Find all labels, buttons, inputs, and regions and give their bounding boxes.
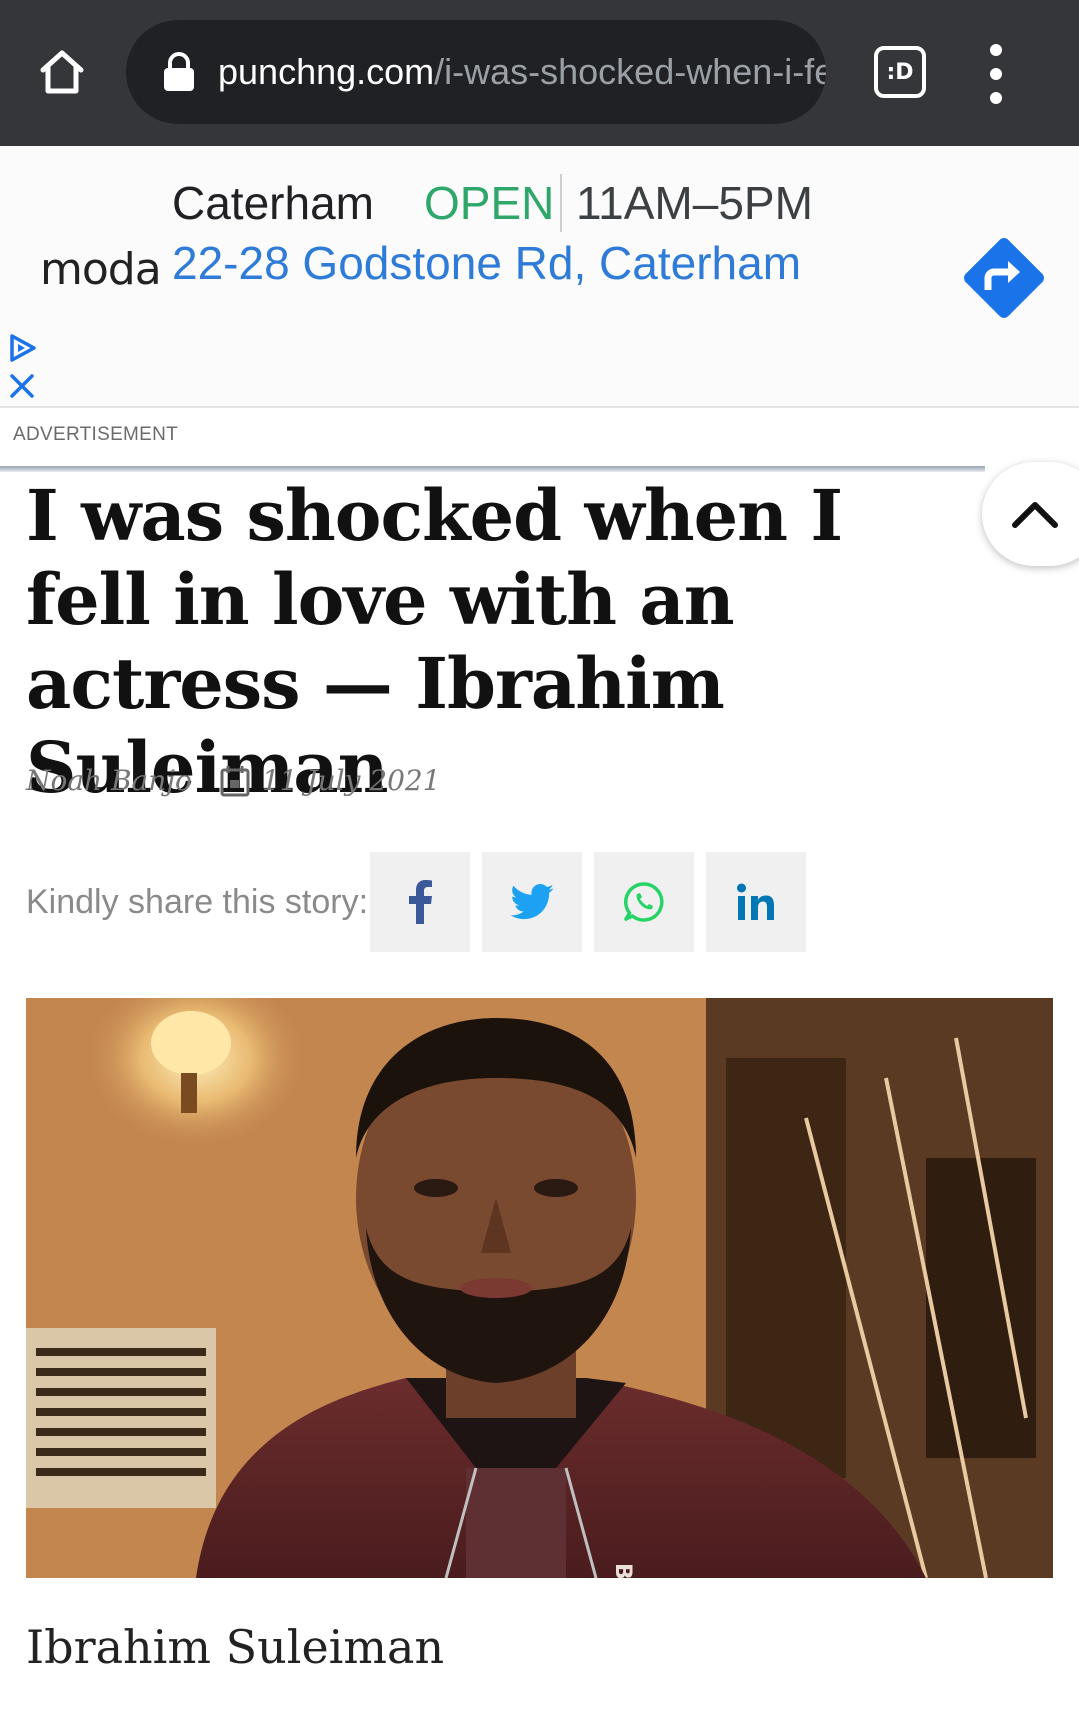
overflow-menu-button[interactable] bbox=[984, 44, 1008, 104]
home-icon bbox=[40, 50, 84, 94]
ad-store-name: Caterham bbox=[172, 177, 374, 229]
share-twitter-button[interactable] bbox=[482, 852, 583, 952]
address-bar[interactable]: punchng.com/i-was-shocked-when-i-fe bbox=[126, 20, 826, 124]
ad-divider bbox=[0, 466, 985, 472]
directions-icon[interactable] bbox=[956, 230, 1052, 326]
url-host: punchng.com bbox=[218, 51, 435, 92]
ad-hours: 11AM–5PM bbox=[576, 177, 813, 229]
browser-toolbar: punchng.com/i-was-shocked-when-i-fe :D bbox=[0, 0, 1079, 146]
url-path: /i-was-shocked-when-i-fe bbox=[434, 51, 826, 92]
share-facebook-button[interactable] bbox=[370, 852, 471, 952]
jacket-text: BR bbox=[610, 1563, 635, 1578]
calendar-icon bbox=[220, 765, 250, 796]
image-caption: Ibrahim Suleiman bbox=[26, 1620, 445, 1674]
chevron-up-icon bbox=[1012, 502, 1058, 528]
advertisement-label: ADVERTISEMENT bbox=[13, 424, 179, 445]
share-bar: Kindly share this story: bbox=[26, 852, 807, 952]
ad-logo: moda bbox=[40, 244, 162, 295]
article-meta: Noah Banjo 11 July 2021 bbox=[26, 764, 441, 797]
ad-close-icon[interactable] bbox=[6, 370, 38, 402]
linkedin-icon bbox=[737, 883, 775, 920]
portrait-illustration: BR bbox=[26, 998, 1053, 1578]
twitter-icon bbox=[510, 884, 554, 920]
facebook-icon bbox=[409, 880, 433, 924]
publish-date: 11 July 2021 bbox=[261, 764, 441, 797]
author-name[interactable]: Noah Banjo bbox=[26, 764, 192, 797]
share-linkedin-button[interactable] bbox=[706, 852, 807, 952]
dot-icon bbox=[990, 68, 1002, 80]
tab-switcher-button[interactable]: :D bbox=[874, 46, 926, 98]
ad-choices-icon[interactable] bbox=[6, 332, 38, 364]
whatsapp-icon bbox=[624, 882, 664, 922]
dot-icon bbox=[990, 92, 1002, 104]
dot-icon bbox=[990, 44, 1002, 56]
lock-icon bbox=[164, 52, 194, 91]
article-photo: BR bbox=[26, 998, 1053, 1578]
share-label: Kindly share this story: bbox=[26, 882, 369, 921]
scroll-to-top-button[interactable] bbox=[982, 462, 1079, 566]
home-button[interactable] bbox=[30, 40, 94, 104]
share-whatsapp-button[interactable] bbox=[594, 852, 695, 952]
advertisement-banner[interactable]: moda Caterham OPEN 11AM–5PM 22-28 Godsto… bbox=[0, 146, 1079, 408]
ad-separator bbox=[560, 174, 562, 232]
ad-address-link[interactable]: 22-28 Godstone Rd, Caterham bbox=[172, 236, 801, 290]
article-headline: I was shocked when I fell in love with a… bbox=[26, 474, 843, 809]
ad-open-status: OPEN bbox=[424, 177, 555, 229]
